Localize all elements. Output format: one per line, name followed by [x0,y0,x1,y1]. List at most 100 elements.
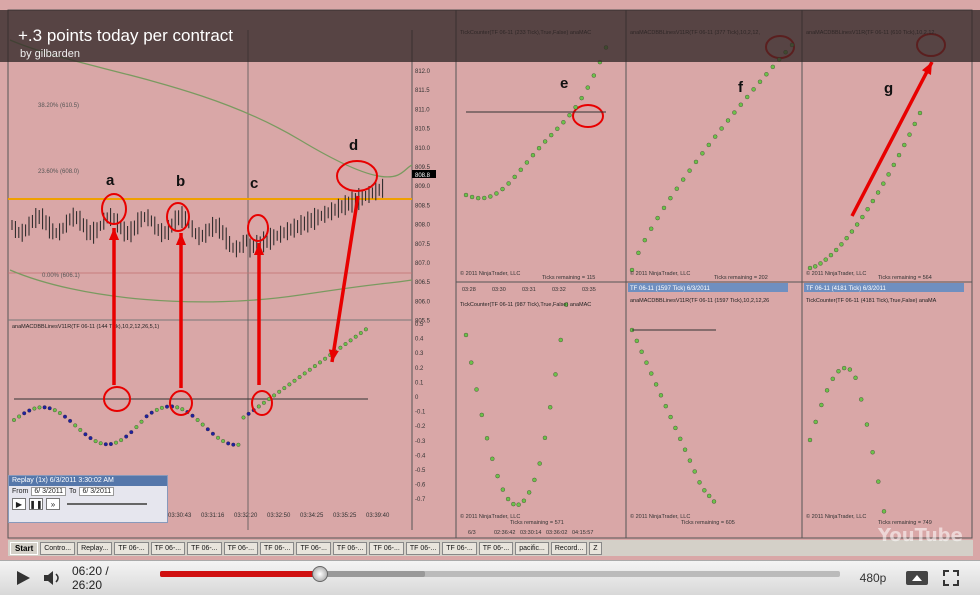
time-tick-label: 03:39:40 [366,513,390,519]
macd-tick-label: 0.5 [415,322,424,328]
taskbar-item[interactable]: TF 06-... [150,541,186,555]
replay-from-label: From [12,488,29,495]
taskbar-item[interactable]: TF 06-... [296,541,331,555]
macd-dot [307,367,312,372]
replay-to-field[interactable]: 6/ 3/2011 [79,487,115,496]
p5-dot [702,488,707,493]
taskbar-item[interactable]: Replay... [77,541,113,555]
p5-dot [678,436,683,441]
time-tick-label: 03:32:50 [267,513,291,519]
taskbar-item[interactable]: Z [589,541,602,555]
taskbar-item[interactable]: TF 06-... [478,541,514,555]
replay-from-field[interactable]: 6/ 3/2011 [31,487,67,496]
annotation-label-d: d [349,137,358,154]
fullscreen-button[interactable] [938,567,964,589]
p3-dot [865,207,870,212]
p3-dot [907,132,912,137]
progress-played [160,571,321,577]
taskbar-item[interactable]: TF 06-... [405,541,441,555]
taskbar-item[interactable]: TF 06-... [442,541,477,555]
macd-dot [221,439,226,444]
macd-tick-label: -0.1 [415,410,426,416]
p5-dot [682,447,688,452]
replay-play-button[interactable]: ▶ [12,498,26,510]
taskbar-item[interactable]: TF 06-... [369,541,404,555]
taskbar-item[interactable]: TF 06-... [187,541,222,555]
p1-time-label: 03:30 [492,287,506,293]
macd-indicator-header: anaMACDBBLinesV11R(TF 06-11 (144 Tick),1… [12,324,159,330]
copyright-label: © 2011 NinjaTrader, LLC [806,270,866,277]
start-button[interactable]: Start [10,541,39,555]
p3-dot [870,198,876,204]
price-tick-label: 809.0 [415,184,431,190]
p5-dot [649,371,654,376]
macd-dot [261,400,266,405]
replay-pause-button[interactable]: ❚❚ [29,498,43,510]
macd-dot [256,404,261,409]
time-tick-label: 03:31:16 [201,513,225,519]
replay-date-row: From 6/ 3/2011 To 6/ 3/2011 [9,486,167,497]
p1-dot [506,181,511,186]
p5-dot [707,493,712,499]
volume-button[interactable] [42,567,64,589]
taskbar-item[interactable]: TF 06-... [332,541,368,555]
p1-dot [536,146,542,151]
p3-dot [839,242,844,247]
fullscreen-icon [943,570,959,586]
p4-dot [521,498,527,503]
video-player-frame[interactable]: TF 06-11 (1597 Tick) 6/3/2011 TF 06-11 (4… [0,0,980,560]
replay-window: Replay (1x) 6/3/2011 3:30:02 AM From 6/ … [8,475,168,523]
play-icon [17,571,30,585]
p3-dot [912,121,917,127]
video-byline[interactable]: by gilbarden [20,48,80,60]
ticks-remaining-label: Ticks remaining = 571 [510,520,564,526]
macd-dot [165,404,169,409]
annotation-label-g: g [884,80,893,97]
price-tick-label: 807.5 [415,242,431,248]
macd-dot [139,419,144,424]
ticks-remaining-label: Ticks remaining = 115 [542,275,595,281]
p1-dot [512,174,517,180]
p3-dot [828,252,834,258]
p4-dot [463,332,469,338]
macd-tick-label: 0.1 [415,380,424,386]
taskbar-item[interactable]: Record... [550,541,588,555]
play-button[interactable] [10,567,36,589]
taskbar-item[interactable]: TF 06-... [223,541,259,555]
quality-button[interactable]: 480p [856,567,890,589]
p1-dot [591,73,596,78]
macd-dot [358,331,363,335]
p1-dot [542,139,548,144]
macd-dot [287,382,292,387]
price-tick-label: 806.5 [415,280,431,286]
taskbar-item[interactable]: TF 06-... [114,541,149,555]
p4-dot [558,337,563,343]
youtube-watermark: YouTube [878,525,963,546]
popout-button[interactable] [904,567,930,589]
p3-dot [813,264,818,269]
replay-speed-slider[interactable] [67,503,147,505]
copyright-label: © 2011 NinjaTrader, LLC [806,513,866,520]
copyright-label: © 2011 NinjaTrader, LLC [630,513,690,520]
popout-icon [906,571,928,585]
p5-dot [697,480,702,485]
macd-dot [22,411,27,416]
progress-bar[interactable] [160,566,840,582]
macd-dot [200,422,205,427]
video-title[interactable]: +.3 points today per contract [18,26,233,46]
macd-dot [241,415,246,420]
annotation-label-c: c [250,175,258,192]
p4-dot [548,405,553,410]
copyright-label: © 2011 NinjaTrader, LLC [460,270,520,277]
ticks-remaining-label: Ticks remaining = 564 [878,275,932,281]
taskbar-item[interactable]: Contro... [40,541,76,555]
replay-header: Replay (1x) 6/3/2011 3:30:02 AM [9,476,167,486]
taskbar-item[interactable]: pacific... [515,541,549,555]
p6-dot [813,419,818,425]
p3-dot [807,265,813,271]
p4-dot [516,502,521,507]
replay-fast-forward-button[interactable]: » [46,498,60,510]
p1-dot [482,195,487,201]
p6-dot [881,509,887,514]
taskbar-item[interactable]: TF 06-... [260,541,295,555]
